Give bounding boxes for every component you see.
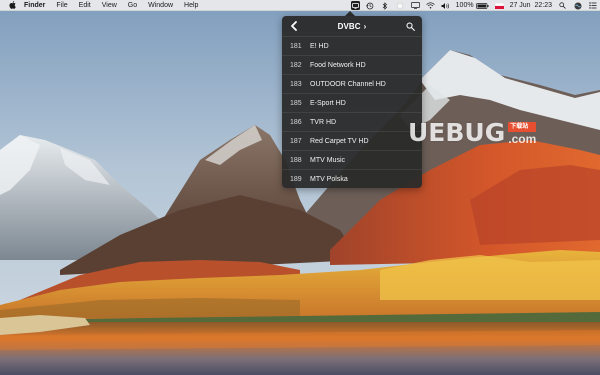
channel-row[interactable]: 189 MTV Polska bbox=[282, 169, 422, 188]
battery-icon[interactable] bbox=[475, 1, 489, 10]
channel-name: Red Carpet TV HD bbox=[310, 137, 369, 145]
poland-flag-icon[interactable] bbox=[494, 1, 504, 10]
channel-name: E-Sport HD bbox=[310, 99, 346, 107]
menu-bar-left: Finder File Edit View Go Window Help bbox=[0, 0, 209, 10]
channel-row[interactable]: 185 E-Sport HD bbox=[282, 93, 422, 112]
channel-row[interactable]: 187 Red Carpet TV HD bbox=[282, 131, 422, 150]
channel-name: Food Network HD bbox=[310, 61, 366, 69]
channel-number: 188 bbox=[290, 156, 302, 164]
time-machine-icon[interactable] bbox=[366, 1, 375, 10]
channel-list: 181 E! HD 182 Food Network HD 183 OUTDOOR C… bbox=[282, 36, 422, 188]
wifi-icon[interactable] bbox=[425, 1, 435, 10]
popover-header: DVBC › bbox=[282, 16, 422, 36]
channel-number: 181 bbox=[290, 42, 302, 50]
channel-number: 189 bbox=[290, 175, 302, 183]
watermark-suffix: .com bbox=[508, 132, 537, 146]
channel-row[interactable]: 183 OUTDOOR Channel HD bbox=[282, 74, 422, 93]
menu-file[interactable]: File bbox=[56, 0, 67, 11]
notification-center-icon[interactable] bbox=[588, 1, 597, 10]
menu-window[interactable]: Window bbox=[148, 0, 173, 11]
search-button[interactable] bbox=[405, 20, 416, 32]
channel-row[interactable]: 182 Food Network HD bbox=[282, 55, 422, 74]
menu-help[interactable]: Help bbox=[184, 0, 198, 11]
circle-icon[interactable] bbox=[396, 1, 405, 10]
channel-name: MTV Polska bbox=[310, 175, 348, 183]
menu-app-finder[interactable]: Finder bbox=[24, 0, 45, 11]
menu-bar-status-area: 100% 27 Jun 22:23 bbox=[345, 0, 597, 11]
source-selector[interactable]: DVBC › bbox=[338, 22, 367, 31]
channel-number: 183 bbox=[290, 80, 302, 88]
channel-name: TVR HD bbox=[310, 118, 337, 126]
tv-tuner-icon[interactable] bbox=[350, 1, 360, 10]
chevron-left-icon bbox=[290, 21, 297, 31]
menu-go[interactable]: Go bbox=[128, 0, 137, 11]
date-time-clock[interactable]: 27 Jun 22:23 bbox=[510, 0, 552, 11]
apple-icon[interactable] bbox=[9, 1, 17, 10]
channel-number: 187 bbox=[290, 137, 302, 145]
channel-number: 185 bbox=[290, 99, 302, 107]
chevron-right-icon: › bbox=[363, 21, 367, 31]
spotlight-icon[interactable] bbox=[558, 1, 567, 10]
channel-number: 186 bbox=[290, 118, 302, 126]
channel-name: MTV Music bbox=[310, 156, 345, 164]
siri-icon[interactable] bbox=[573, 1, 582, 10]
battery-percentage[interactable]: 100% bbox=[456, 0, 474, 11]
menu-bar: Finder File Edit View Go Window Help 100… bbox=[0, 0, 600, 11]
search-icon bbox=[406, 21, 415, 31]
channel-name: OUTDOOR Channel HD bbox=[310, 80, 386, 88]
channel-popover: DVBC › 181 E! HD 182 Food Network HD 183 OU… bbox=[282, 16, 422, 188]
display-icon[interactable] bbox=[410, 1, 420, 10]
watermark-side: 下载站 .com bbox=[508, 122, 537, 146]
watermark-logo: UEBUG 下载站 .com bbox=[408, 118, 537, 148]
back-button[interactable] bbox=[288, 20, 298, 32]
popover-title: DVBC bbox=[337, 21, 361, 31]
menu-view[interactable]: View bbox=[102, 0, 117, 11]
volume-icon[interactable] bbox=[441, 1, 450, 10]
channel-number: 182 bbox=[290, 61, 302, 69]
menu-edit[interactable]: Edit bbox=[79, 0, 91, 11]
channel-name: E! HD bbox=[310, 42, 329, 50]
watermark-badge: 下载站 bbox=[508, 122, 537, 132]
watermark-text: UEBUG bbox=[408, 118, 506, 147]
channel-row[interactable]: 186 TVR HD bbox=[282, 112, 422, 131]
bluetooth-icon[interactable] bbox=[381, 1, 390, 10]
channel-row[interactable]: 181 E! HD bbox=[282, 36, 422, 55]
channel-row[interactable]: 188 MTV Music bbox=[282, 150, 422, 169]
